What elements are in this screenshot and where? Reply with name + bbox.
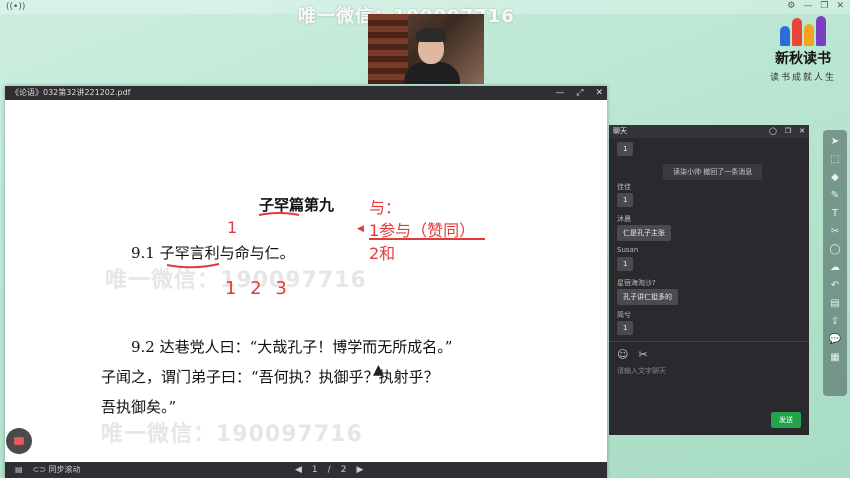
chat-title: 聊天 — [613, 127, 627, 135]
chat-panel: 聊天 ◯ ❐ ✕ 1 读柒小帅 撤回了一条消息 佳佳 1 沐晨 仁是孔子主张 S… — [609, 125, 809, 435]
verse-9-2-line2: 子闻之，谓门弟子曰：“吾何执？执御乎？执射乎？ — [101, 368, 439, 386]
chat-sender: 简兮 — [617, 311, 631, 319]
pdf-statusbar: ▤ ⊂⊃ 同步滚动 ◀ 1 / 2 ▶ — [5, 462, 607, 478]
minimize-icon[interactable]: — — [803, 1, 812, 11]
page-current: 1 — [311, 465, 318, 475]
grid-icon[interactable]: ▦ — [830, 352, 839, 363]
cloud-icon[interactable]: ☁ — [830, 262, 840, 273]
pdf-minimize-icon[interactable]: — — [555, 86, 564, 100]
chat-sender: 佳佳 — [617, 183, 631, 191]
mouse-cursor-icon: ▲ — [373, 362, 384, 378]
annotation-numbers: 1 2 3 — [225, 278, 291, 299]
emoji-icon[interactable]: ☺ — [617, 348, 628, 361]
annotation-arrow-icon: ◀ — [357, 224, 364, 234]
chat-header: 聊天 ◯ ❐ ✕ — [609, 125, 809, 138]
chat-input-area[interactable]: ☺ ✂ 请输入文字聊天 发送 — [609, 341, 809, 436]
sidebar-toggle-icon[interactable]: ▤ — [15, 462, 23, 478]
pdf-viewer-window: 《论语》032第32讲221202.pdf — ⤢ ✕ 唯一微信：1900977… — [5, 86, 607, 478]
chat-messages: 1 读柒小帅 撤回了一条消息 佳佳 1 沐晨 仁是孔子主张 Susan 1 星宿… — [609, 138, 809, 354]
chat-sender: 沐晨 — [617, 215, 631, 223]
chat-toggle-icon[interactable]: 💬 — [829, 334, 841, 345]
select-icon[interactable]: ⬚ — [830, 154, 839, 165]
chat-message: 1 — [617, 142, 634, 156]
next-page-icon[interactable]: ▶ — [356, 462, 363, 478]
pdf-close-icon[interactable]: ✕ — [595, 86, 603, 100]
annotation-meaning-2: 2和 — [369, 244, 396, 263]
pointer-icon[interactable]: ➤ — [831, 136, 839, 147]
self-camera-toggle[interactable] — [6, 428, 32, 454]
verse-9-2-line3: 吾执御矣。” — [101, 398, 177, 416]
cut-icon[interactable]: ✂ — [831, 226, 839, 237]
send-button[interactable]: 发送 — [771, 412, 801, 428]
settings-icon[interactable]: ⚙ — [787, 1, 795, 11]
signal-icon: ((•)) — [6, 2, 26, 12]
chat-close-icon[interactable]: ✕ — [799, 125, 805, 138]
chat-sender: Susan — [617, 246, 639, 254]
chat-message: 1 — [617, 257, 634, 271]
scissors-icon[interactable]: ✂ — [638, 348, 647, 361]
camera-icon — [14, 437, 24, 445]
shape-icon[interactable]: ◯ — [829, 244, 840, 255]
whiteboard-toolbar: ➤ ⬚ ◆ ✎ T ✂ ◯ ☁ ↶ ▤ ⇪ 💬 ▦ — [823, 130, 847, 396]
restore-icon[interactable]: ❐ — [820, 1, 828, 11]
page-navigator: ◀ 1 / 2 ▶ — [295, 462, 363, 478]
sync-scroll-label: 同步滚动 — [48, 465, 81, 474]
prev-page-icon[interactable]: ◀ — [295, 462, 302, 478]
chat-system-message: 读柒小帅 撤回了一条消息 — [663, 164, 763, 180]
sync-scroll-toggle[interactable]: ⊂⊃ 同步滚动 — [33, 462, 81, 478]
undo-icon[interactable]: ↶ — [831, 280, 839, 291]
chat-popout-icon[interactable]: ❐ — [785, 125, 791, 138]
teacher-webcam — [368, 14, 484, 84]
pdf-titlebar: 《论语》032第32讲221202.pdf — ⤢ ✕ — [5, 86, 607, 100]
text-icon[interactable]: T — [832, 208, 838, 219]
watermark-lower: 唯一微信：190097716 — [101, 422, 363, 447]
pdf-page[interactable]: 唯一微信：190097716 唯一微信：190097716 子罕篇第九 与： 1… — [5, 100, 607, 462]
chat-message: 仁是孔子主张 — [617, 225, 671, 241]
title-underline-annotation — [258, 212, 300, 216]
page-total: 2 — [340, 465, 347, 475]
chat-bubble-icon[interactable]: ◯ — [769, 125, 777, 138]
export-icon[interactable]: ⇪ — [831, 316, 839, 327]
brand-slogan: 读书成就人生 — [769, 73, 836, 83]
verse-underline — [166, 263, 220, 269]
page-separator: / — [327, 465, 331, 475]
chat-message: 1 — [617, 321, 634, 335]
chat-message: 1 — [617, 193, 634, 207]
annotation-number-1: 1 — [227, 218, 238, 237]
brand-logo: 新秋读书 读书成就人生 — [760, 14, 846, 83]
pdf-fullscreen-icon[interactable]: ⤢ — [576, 86, 583, 100]
verse-9-2-line1: 9.2 达巷党人曰：“大哉孔子！博学而无所成名。” — [131, 338, 453, 356]
chat-input[interactable]: 请输入文字聊天 — [617, 366, 666, 376]
pen-icon[interactable]: ✎ — [831, 190, 839, 201]
close-icon[interactable]: ✕ — [836, 1, 844, 11]
top-right-controls: ⚙ — ❐ ✕ — [787, 1, 844, 11]
fill-icon[interactable]: ◆ — [831, 172, 839, 183]
brand-name: 新秋读书 — [775, 51, 831, 67]
brand-mark-icon — [778, 14, 828, 46]
chat-sender: 星宿海淘沙? — [617, 279, 656, 287]
chat-message: 孔子讲仁挺多的 — [617, 289, 678, 305]
pdf-title: 《论语》032第32讲221202.pdf — [11, 88, 131, 97]
document-icon[interactable]: ▤ — [830, 298, 839, 309]
annotation-yu: 与： — [369, 198, 402, 217]
